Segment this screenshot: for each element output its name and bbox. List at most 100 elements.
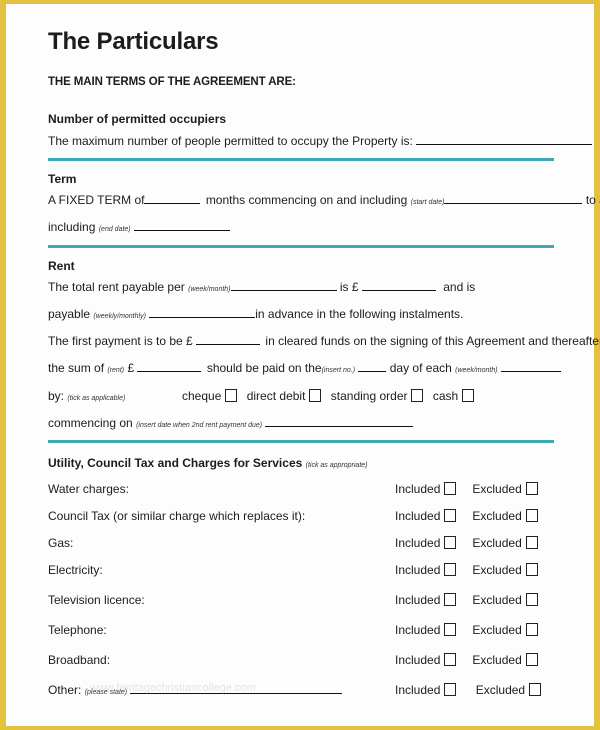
day-of-each-label: day of each [389,361,452,375]
term-line-1: A FIXED TERM of months commencing on and… [48,193,600,207]
included-label: Included [395,563,441,577]
rent-line-4: the sum of (rent) £ should be paid on th… [48,361,561,375]
excluded-checkbox[interactable] [525,536,538,549]
method-direct-debit-label: direct debit [246,389,306,403]
page-title: The Particulars [48,28,219,55]
week-month-hint: (week/month) [455,367,498,374]
instalment-amount-field[interactable] [137,362,202,372]
rent-hint: (rent) [107,367,125,374]
sum-of-label: the sum of [48,361,105,375]
rent-period-hint: (week/month) [188,286,231,293]
utility-item-label: Council Tax (or similar charge which rep… [48,509,306,523]
rent-period-field[interactable] [230,281,337,291]
term-months-field[interactable] [144,194,201,204]
rent-and-is-label: and is [443,280,476,294]
day-number-field[interactable] [358,362,387,372]
included-label: Included [395,623,441,637]
rent-payable-label: payable [48,307,91,321]
excluded-checkbox[interactable] [525,653,538,666]
occupiers-text: The maximum number of people permitted t… [48,134,413,148]
utility-item-label: Gas: [48,536,74,550]
pound-sign: £ [127,361,135,375]
excluded-label: Excluded [472,509,522,523]
first-payment-terms: in cleared funds on the signing of this … [265,334,600,348]
method-cash-label: cash [432,389,459,403]
included-checkbox[interactable] [444,536,457,549]
utility-heading: Utility, Council Tax and Charges for Ser… [48,456,368,470]
end-date-field[interactable] [133,221,230,231]
included-checkbox[interactable] [444,563,457,576]
first-payment-field[interactable] [196,335,261,345]
first-payment-label: The first payment is to be £ [48,334,193,348]
method-cheque-label: cheque [182,389,222,403]
by-label: by: [48,389,65,403]
term-heading: Term [48,172,77,186]
included-label: Included [395,482,441,496]
term-to-and-label: to and [585,193,600,207]
section-divider [48,245,554,248]
section-divider [48,158,554,161]
payment-period-field[interactable] [500,362,561,372]
method-direct-debit-checkbox[interactable] [309,389,322,402]
rent-total-label: The total rent payable per [48,280,185,294]
end-date-hint: (end date) [98,226,131,233]
section-divider [48,440,554,443]
rent-line-5: by: (tick as applicable) [48,389,125,403]
term-including-label: including [48,220,96,234]
paid-on-label: should be paid on the [206,361,322,375]
rent-line-1: The total rent payable per (week/month) … [48,280,475,294]
excluded-label: Excluded [472,563,522,577]
included-checkbox[interactable] [444,593,457,606]
method-standing-order-checkbox[interactable] [411,389,424,402]
utility-item-options: Included Excluded [395,482,538,496]
utility-item-options: Included Excluded [395,536,538,550]
utility-item-options: Included Excluded [395,653,538,667]
excluded-label: Excluded [472,623,522,637]
tick-hint: (tick as applicable) [67,395,126,402]
excluded-checkbox[interactable] [525,509,538,522]
rent-frequency-hint: (weekly/monthly) [93,313,146,320]
rent-amount-field[interactable] [361,281,436,291]
occupiers-line: The maximum number of people permitted t… [48,134,593,148]
method-cheque-checkbox[interactable] [225,389,238,402]
excluded-checkbox[interactable] [525,623,538,636]
occupiers-field[interactable] [416,135,593,145]
utility-item-label: Electricity: [48,563,103,577]
second-payment-date-field[interactable] [265,417,414,427]
rent-is-pound-label: is £ [339,280,359,294]
rent-heading: Rent [48,259,75,273]
method-cash-checkbox[interactable] [462,389,475,402]
rent-line-2: payable (weekly/monthly) in advance in t… [48,307,463,321]
start-date-field[interactable] [444,194,583,204]
included-checkbox[interactable] [444,482,457,495]
utility-item-label: Television licence: [48,593,145,607]
method-standing-order-label: standing order [330,389,408,403]
utility-other-options: Included Excluded [395,683,542,697]
included-label: Included [395,653,441,667]
utility-heading-text: Utility, Council Tax and Charges for Ser… [48,456,303,470]
excluded-checkbox[interactable] [529,683,542,696]
included-checkbox[interactable] [444,623,457,636]
rent-line-3: The first payment is to be £ in cleared … [48,334,600,348]
term-commencing-label: months commencing on and including [205,193,408,207]
second-payment-hint: (insert date when 2nd rent payment due) [136,422,263,429]
insert-no-hint: (insert no.) [321,367,356,374]
included-checkbox[interactable] [444,509,457,522]
excluded-checkbox[interactable] [525,563,538,576]
included-checkbox[interactable] [444,653,457,666]
excluded-label: Excluded [472,653,522,667]
utility-item-label: Water charges: [48,482,129,496]
excluded-checkbox[interactable] [525,482,538,495]
rent-line-6: commencing on (insert date when 2nd rent… [48,416,414,430]
included-label: Included [395,536,441,550]
included-checkbox[interactable] [444,683,457,696]
utility-item-options: Included Excluded [395,563,538,577]
excluded-label: Excluded [472,482,522,496]
utility-item-options: Included Excluded [395,593,538,607]
utility-item-options: Included Excluded [395,623,538,637]
utility-item-options: Included Excluded [395,509,538,523]
included-label: Included [395,683,441,697]
rent-frequency-field[interactable] [149,308,256,318]
document-page: The Particulars THE MAIN TERMS OF THE AG… [6,4,600,726]
excluded-checkbox[interactable] [525,593,538,606]
